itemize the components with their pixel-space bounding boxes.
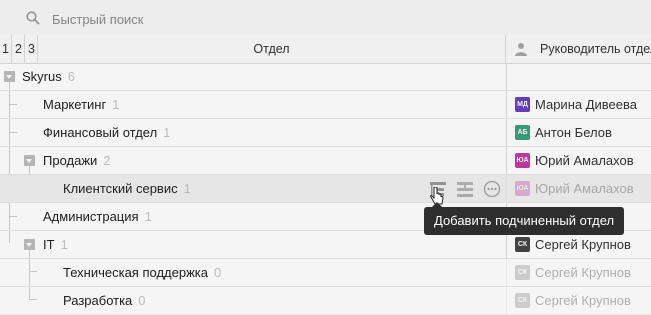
lead-cell[interactable]: ЮА Юрий Амалахов — [506, 175, 651, 202]
department-name: Финансовый отдел 1 — [43, 125, 171, 140]
level-1-toggle[interactable]: 1 — [0, 35, 12, 63]
department-name: Администрация 1 — [43, 209, 152, 224]
collapse-toggle-icon[interactable] — [24, 239, 35, 250]
table-row[interactable]: Skyrus 6 — [0, 63, 651, 91]
lead-cell[interactable]: СК Сергей Крупнов — [506, 231, 651, 258]
collapse-toggle-icon[interactable] — [24, 155, 35, 166]
table-row[interactable]: Маркетинг 1 МД Марина Дивеева — [0, 91, 651, 119]
person-icon — [515, 43, 527, 56]
lead-name: Антон Белов — [535, 125, 612, 140]
lead-cell — [506, 63, 651, 90]
avatar: СК — [515, 265, 530, 280]
lead-name: Юрий Амалахов — [535, 153, 634, 168]
lead-column-label: Руководитель отдела — [540, 42, 651, 56]
more-options-icon[interactable] — [482, 179, 502, 199]
lead-column-header[interactable]: Руководитель отдела — [506, 35, 651, 63]
department-name: Клиентский сервис 1 — [63, 181, 191, 196]
department-name: Разработка 0 — [63, 293, 146, 308]
lead-cell[interactable]: СК Сергей Крупнов — [506, 287, 651, 314]
table-row[interactable]: Техническая поддержка 0 СК Сергей Крупнов — [0, 259, 651, 287]
department-name: Skyrus 6 — [22, 69, 75, 84]
quick-search-input[interactable] — [50, 8, 354, 30]
level-3-toggle[interactable]: 3 — [26, 35, 38, 63]
lead-cell[interactable]: СК Сергей Крупнов — [506, 259, 651, 286]
department-name: Техническая поддержка 0 — [63, 265, 222, 280]
lead-name: Сергей Крупнов — [535, 237, 631, 252]
avatar: ЮА — [515, 181, 530, 196]
move-department-icon[interactable] — [455, 179, 475, 199]
table-header: 1 2 3 Отдел Руководитель отдела — [0, 35, 651, 64]
search-icon — [26, 11, 40, 25]
level-2-toggle[interactable]: 2 — [13, 35, 25, 63]
department-column-header[interactable]: Отдел — [38, 35, 506, 63]
lead-cell[interactable]: МД Марина Дивеева — [506, 91, 651, 118]
avatar: СК — [515, 293, 530, 308]
lead-cell[interactable]: ЮА Юрий Амалахов — [506, 147, 651, 174]
department-tree: Skyrus 6 Маркетинг 1 МД Марина Дивеева Фин… — [0, 63, 651, 315]
tooltip: Добавить подчиненный отдел — [424, 202, 625, 235]
department-name: Маркетинг 1 — [43, 97, 120, 112]
table-row[interactable]: Клиентский сервис 1 ЮА Юрий Амалахов — [0, 175, 651, 203]
lead-name: Марина Дивеева — [535, 97, 637, 112]
avatar: СК — [515, 237, 530, 252]
quick-search-bar — [0, 0, 651, 36]
department-name: Продажи 2 — [43, 153, 111, 168]
avatar: ЮА — [515, 153, 530, 168]
department-name: IT 1 — [43, 237, 68, 252]
lead-cell[interactable]: АБ Антон Белов — [506, 119, 651, 146]
table-row[interactable]: Продажи 2 ЮА Юрий Амалахов — [0, 147, 651, 175]
avatar: МД — [515, 97, 530, 112]
table-row[interactable]: Финансовый отдел 1 АБ Антон Белов — [0, 119, 651, 147]
avatar: АБ — [515, 125, 530, 140]
table-row[interactable]: IT 1 СК Сергей Крупнов — [0, 231, 651, 259]
lead-name: Юрий Амалахов — [535, 181, 634, 196]
table-row[interactable]: Разработка 0 СК Сергей Крупнов — [0, 287, 651, 315]
lead-name: Сергей Крупнов — [535, 293, 631, 308]
collapse-toggle-icon[interactable] — [4, 71, 15, 82]
lead-name: Сергей Крупнов — [535, 265, 631, 280]
